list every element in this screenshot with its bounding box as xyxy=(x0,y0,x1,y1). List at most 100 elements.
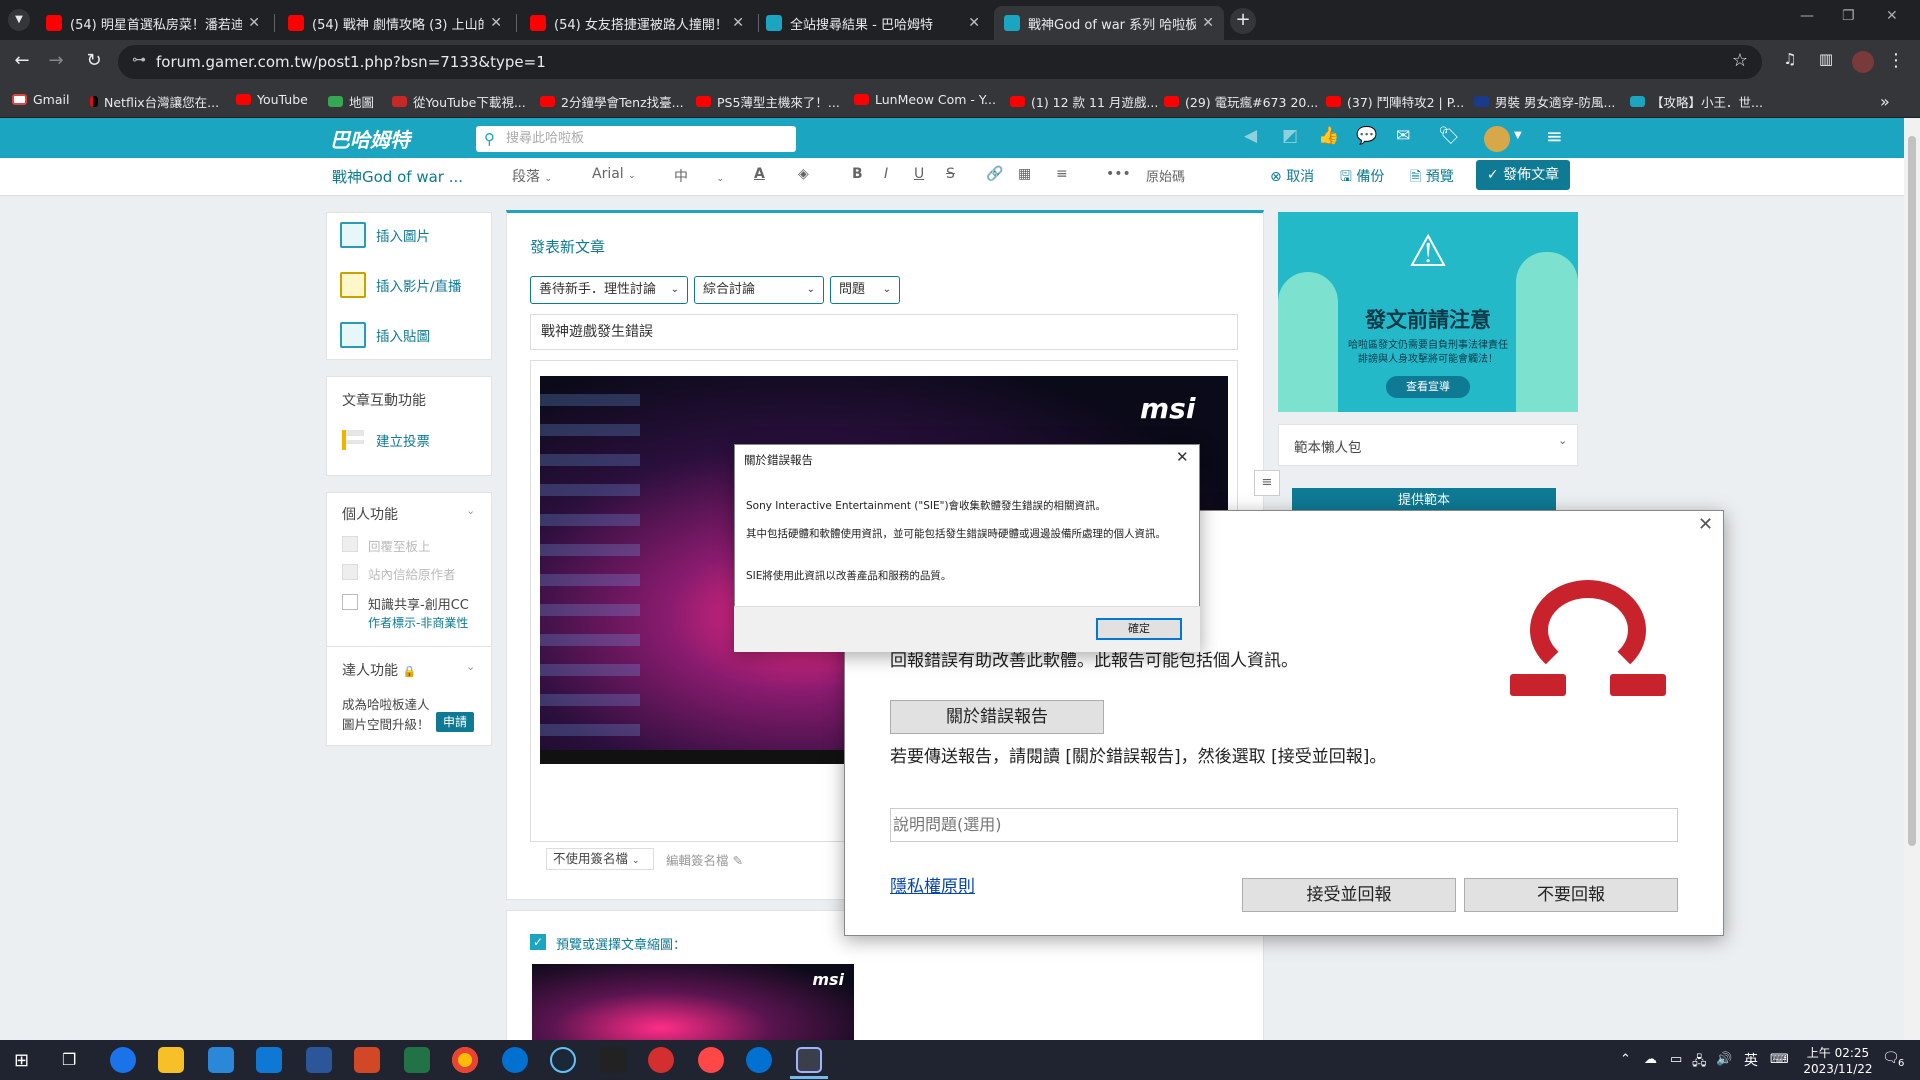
tag-icon[interactable]: 🏷 xyxy=(1438,126,1460,146)
like-icon[interactable]: 👍 xyxy=(1318,126,1339,146)
signature-select[interactable]: 不使用簽名檔 ⌄ xyxy=(546,848,654,870)
hamburger-menu-icon[interactable]: ≡ xyxy=(1546,124,1563,148)
link-icon[interactable]: 🔗 xyxy=(986,166,1003,182)
chevron-down-icon[interactable]: ▼ xyxy=(1514,130,1522,141)
bookmark[interactable]: 地圖 xyxy=(328,92,374,111)
do-not-report-button[interactable]: 不要回報 xyxy=(1464,878,1678,912)
bookmark[interactable]: LunMeow Com - Y... xyxy=(854,92,996,107)
subcategory-select[interactable]: 綜合討論 ⌄ xyxy=(694,276,824,304)
text-color-icon[interactable]: A xyxy=(754,166,765,182)
clock-time[interactable]: 上午 02:25 xyxy=(1802,1044,1874,1061)
sound-icon[interactable]: ◀ xyxy=(1244,126,1257,146)
edge-icon[interactable] xyxy=(110,1047,136,1073)
forward-icon[interactable]: → xyxy=(44,50,68,71)
reload-icon[interactable]: ↻ xyxy=(82,50,106,71)
ok-button[interactable]: 確定 xyxy=(1096,618,1182,640)
more-icon[interactable]: ••• xyxy=(1106,166,1131,182)
bookmark[interactable]: 從YouTube下載視... xyxy=(392,92,526,111)
task-view-icon[interactable]: ❐ xyxy=(62,1050,76,1069)
view-notice-button[interactable]: 查看宣導 xyxy=(1386,376,1470,398)
riot-icon[interactable] xyxy=(600,1047,626,1073)
close-icon[interactable]: ✕ xyxy=(732,15,744,31)
scrollbar-thumb[interactable] xyxy=(1908,136,1916,846)
close-icon[interactable]: ✕ xyxy=(490,15,502,31)
strikethrough-icon[interactable]: S xyxy=(946,166,955,182)
font-select[interactable]: Arial ⌄ xyxy=(592,166,636,182)
paragraph-select[interactable]: 段落 ⌄ xyxy=(512,166,552,186)
edit-signature-link[interactable]: 編輯簽名檔 ✎ xyxy=(666,850,743,869)
address-bar[interactable]: ⊶ forum.gamer.com.tw/post1.php?bsn=7133&… xyxy=(118,45,1762,79)
bookmark[interactable]: PS5薄型主機來了！... xyxy=(696,92,840,111)
close-icon[interactable]: ✕ xyxy=(248,15,260,31)
keyboard-icon[interactable]: ⌨ xyxy=(1770,1052,1789,1067)
more-bookmarks-icon[interactable]: » xyxy=(1880,92,1890,111)
rss-icon[interactable]: ◩ xyxy=(1282,126,1298,146)
clock-date[interactable]: 2023/11/22 xyxy=(1800,1062,1876,1076)
privacy-policy-link[interactable]: 隱私權原則 xyxy=(890,872,975,897)
minimize-icon[interactable]: — xyxy=(1800,8,1814,24)
close-icon[interactable]: ✕ xyxy=(1176,448,1189,466)
list-icon[interactable]: ≡ xyxy=(1254,470,1280,496)
notify-checkbox[interactable] xyxy=(342,564,358,580)
browser-tab[interactable]: (54) 明星首選私房菜！潘若迪 ✕ xyxy=(36,6,270,40)
back-icon[interactable]: ← xyxy=(10,50,34,71)
bookmark[interactable]: Netflix台灣讓您在... xyxy=(90,92,219,111)
store-icon[interactable] xyxy=(208,1047,234,1073)
active-window-icon[interactable] xyxy=(796,1047,822,1073)
chevron-down-icon[interactable]: ⌄ xyxy=(466,504,475,517)
insert-video-button[interactable]: 插入影片/直播 xyxy=(340,272,462,298)
underline-icon[interactable]: U xyxy=(914,166,924,182)
browser-tab[interactable]: 全站搜尋結果 - 巴哈姆特 ✕ xyxy=(756,6,990,40)
accept-and-report-button[interactable]: 接受並回報 xyxy=(1242,878,1456,912)
playstation-icon[interactable] xyxy=(502,1047,528,1073)
notice-banner[interactable]: ⚠ 發文前請注意 哈啦區發文仍需要自負刑事法律責任 誹謗與人身攻擊將可能會觸法！… xyxy=(1278,212,1578,412)
playstation-icon[interactable] xyxy=(746,1047,772,1073)
font-size-select[interactable]: 中 ⌄ xyxy=(674,166,724,186)
powerpoint-icon[interactable] xyxy=(354,1047,380,1073)
bookmark[interactable]: Gmail xyxy=(12,92,69,107)
bookmark[interactable]: (29) 電玩瘋#673 20... xyxy=(1164,92,1318,111)
italic-icon[interactable]: I xyxy=(884,166,888,182)
insert-sticker-button[interactable]: 插入貼圖 xyxy=(340,322,430,348)
cc-checkbox[interactable] xyxy=(342,594,358,610)
post-title-input[interactable]: 戰神遊戲發生錯誤 xyxy=(530,314,1238,350)
align-icon[interactable]: ≡ xyxy=(1056,166,1068,182)
describe-problem-input[interactable]: 說明問題(選用) xyxy=(890,808,1678,842)
new-tab-button[interactable]: + xyxy=(1230,8,1256,34)
bookmark[interactable]: 2分鐘學會Tenz找臺... xyxy=(540,92,684,111)
media-icon[interactable]: ♫ xyxy=(1778,50,1802,68)
ea-icon[interactable] xyxy=(698,1047,724,1073)
category-select[interactable]: 善待新手．理性討論 ⌄ xyxy=(530,276,688,304)
start-icon[interactable]: ⊞ xyxy=(14,1050,29,1071)
mail-icon[interactable]: ✉ xyxy=(1396,126,1410,146)
bookmark[interactable]: (1) 12 款 11 月遊戲... xyxy=(1010,92,1158,111)
sidepanel-icon[interactable]: ▥ xyxy=(1814,50,1838,68)
source-code-button[interactable]: 原始碼 xyxy=(1146,166,1185,185)
thumbnail-checkbox[interactable]: ✓ xyxy=(530,934,546,950)
bookmark[interactable]: (37) 鬥陣特攻2 | P... xyxy=(1326,92,1464,111)
bookmark[interactable]: 男裝 男女適穿-防風... xyxy=(1474,92,1615,111)
restore-icon[interactable]: ❐ xyxy=(1842,8,1855,24)
bookmark-star-icon[interactable]: ☆ xyxy=(1732,50,1748,71)
user-avatar[interactable] xyxy=(1484,126,1510,152)
close-icon[interactable]: ✕ xyxy=(968,15,980,31)
game-launcher-icon[interactable] xyxy=(648,1047,674,1073)
backup-button[interactable]: 🖫 備份 xyxy=(1340,166,1384,190)
chevron-down-icon[interactable]: ⌄ xyxy=(466,660,475,673)
window-close-icon[interactable]: ✕ xyxy=(1886,8,1898,24)
browser-tab[interactable]: (54) 戰神 劇情攻略 (3) 上山的路✕ xyxy=(278,6,512,40)
word-icon[interactable] xyxy=(306,1047,332,1073)
board-name[interactable]: 戰神God of war ... xyxy=(332,166,463,187)
create-vote-button[interactable]: 建立投票 xyxy=(342,430,430,450)
page-scrollbar[interactable] xyxy=(1904,118,1920,1040)
bookmark[interactable]: 【攻略】小王．世... xyxy=(1630,92,1763,111)
highlight-icon[interactable]: ◈ xyxy=(798,166,809,182)
type-select[interactable]: 問題 ⌄ xyxy=(830,276,900,304)
steam-icon[interactable] xyxy=(550,1047,576,1073)
cc-desc-link[interactable]: 作者標示-非商業性 xyxy=(368,614,468,631)
publish-button[interactable]: ✓ 發佈文章 xyxy=(1476,160,1570,190)
chrome-icon[interactable] xyxy=(452,1047,478,1073)
file-explorer-icon[interactable] xyxy=(158,1047,184,1073)
cloud-icon[interactable]: ☁ xyxy=(1644,1052,1657,1067)
browser-tab[interactable]: (54) 女友搭捷運被路人撞開！ ✕ xyxy=(520,6,754,40)
